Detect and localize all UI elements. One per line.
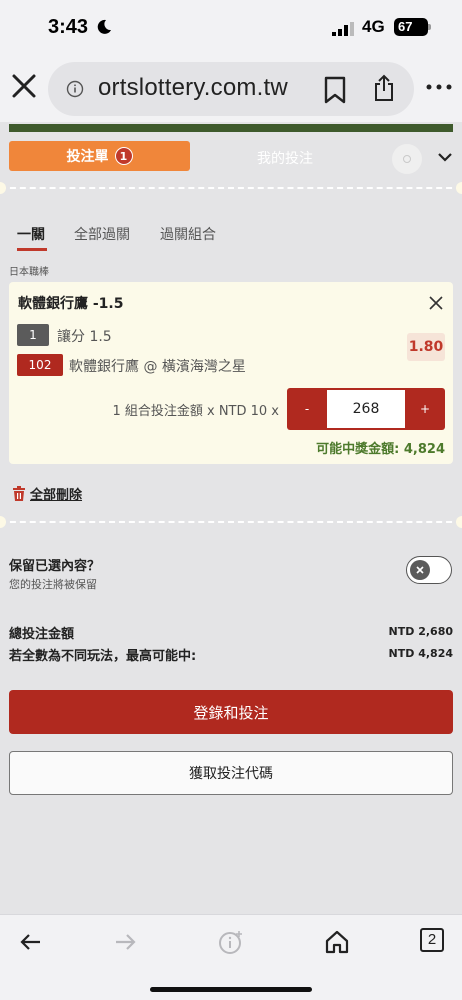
x-icon (416, 566, 424, 574)
match-number-badge: 102 (17, 354, 63, 376)
retain-title: 保留已選內容？ (9, 559, 101, 574)
browser-toolbar: 2 (0, 914, 462, 1000)
market-tab-all-parlay[interactable]: 全部過關 (74, 224, 130, 244)
match-label: 軟體銀行鷹 @ 橫濱海灣之星 (69, 359, 246, 375)
stake-label: 1 組合投注金額 x NTD 10 x (112, 404, 279, 419)
bookmark-icon[interactable] (324, 76, 346, 104)
chevron-down-icon[interactable] (438, 152, 452, 162)
status-bar: 3:43 4G 67 (0, 0, 462, 58)
delete-all-button[interactable]: 全部刪除 (12, 484, 82, 503)
tabs-count-icon[interactable]: 2 (420, 928, 444, 952)
tab-my-bets[interactable]: 我的投注 (200, 148, 370, 168)
retain-toggle[interactable] (406, 556, 452, 584)
odds-value: 1.80 (407, 333, 445, 361)
market-tab-parlay-combo[interactable]: 過關組合 (160, 224, 216, 244)
total-stake-label: 總投注金額 (9, 627, 75, 642)
perforation-divider (0, 187, 462, 189)
delete-all-label: 全部刪除 (30, 488, 83, 503)
market-number-badge: 1 (17, 324, 49, 346)
league-label: 日本職棒 (9, 267, 49, 278)
signal-icon (332, 22, 354, 36)
market-tab-single[interactable]: 一關 (17, 224, 45, 244)
battery-icon: 67 (394, 18, 428, 36)
retain-subtitle: 您的投注將被保留 (9, 578, 97, 591)
market-label: 讓分 1.5 (57, 329, 112, 345)
stake-input[interactable] (327, 390, 405, 428)
settings-dot-button[interactable] (392, 144, 422, 174)
battery-level: 67 (398, 19, 413, 34)
ticket-notch-left (0, 182, 6, 194)
forward-arrow-icon[interactable] (112, 929, 138, 955)
bet-selection-card: 軟體銀行鷹 -1.5 1 讓分 1.5 102 軟體銀行鷹 @ 橫濱海灣之星 1… (9, 282, 453, 464)
battery-tip (428, 24, 431, 30)
close-icon[interactable] (429, 296, 443, 310)
max-win-label: 若全數為不同玩法，最高可能中: (9, 649, 197, 664)
tab-betslip-label: 投注單 (66, 149, 109, 165)
network-label: 4G (362, 17, 385, 36)
ticket-notch-right (456, 516, 462, 528)
max-win-value: NTD 4,824 (388, 647, 453, 660)
active-tab-underline (17, 248, 47, 251)
browser-url-row: ortslottery.com.tw (0, 58, 462, 122)
selection-title: 軟體銀行鷹 -1.5 (18, 296, 124, 312)
ticket-notch-right (456, 182, 462, 194)
dot-icon (403, 155, 411, 163)
get-bet-code-button[interactable]: 獲取投注代碼 (9, 751, 453, 795)
more-icon[interactable] (424, 82, 454, 92)
back-arrow-icon[interactable] (18, 929, 44, 955)
stake-stepper: - + (287, 388, 445, 430)
share-icon[interactable] (372, 74, 396, 102)
tab-betslip[interactable]: 投注單 1 (9, 141, 190, 171)
moon-icon (97, 19, 111, 34)
address-bar[interactable]: ortslottery.com.tw (48, 62, 414, 116)
url-text[interactable]: ortslottery.com.tw (98, 74, 288, 102)
reader-info-icon[interactable] (218, 929, 244, 955)
perforation-divider (0, 521, 462, 523)
potential-win-label: 可能中獎金額: 4,824 (316, 442, 445, 457)
status-time: 3:43 (48, 16, 89, 38)
close-icon[interactable] (10, 72, 38, 100)
toggle-knob (410, 560, 430, 580)
login-and-bet-button[interactable]: 登錄和投注 (9, 690, 453, 734)
ticket-notch-left (0, 516, 6, 528)
page-header-strip (9, 124, 453, 132)
betslip-count-badge: 1 (114, 147, 133, 165)
bet-slip-tabs: 投注單 1 我的投注 (0, 132, 462, 182)
trash-icon (13, 486, 25, 501)
total-stake-value: NTD 2,680 (388, 625, 453, 638)
home-icon[interactable] (324, 929, 350, 955)
stake-decrease-button[interactable]: - (287, 388, 327, 430)
home-indicator (150, 987, 312, 992)
stake-increase-button[interactable]: + (405, 388, 445, 430)
info-icon[interactable] (66, 80, 84, 98)
